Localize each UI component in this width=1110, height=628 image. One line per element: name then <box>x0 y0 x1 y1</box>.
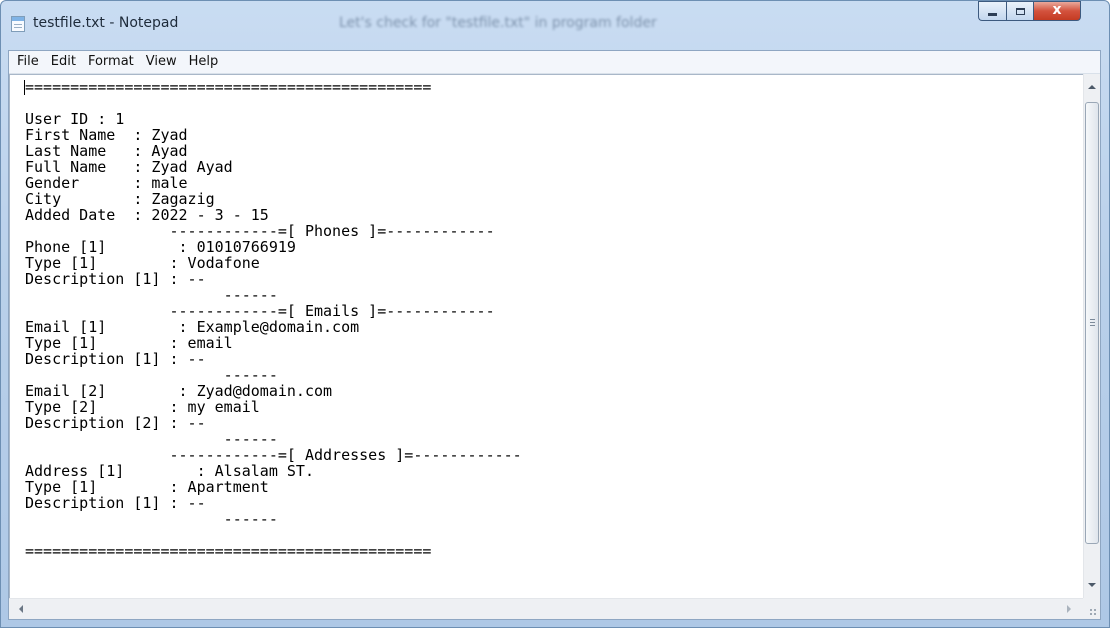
vertical-scrollbar[interactable] <box>1083 74 1100 598</box>
text-line: ------ <box>25 510 278 528</box>
down-arrow-icon[interactable] <box>1088 583 1096 587</box>
menu-file[interactable]: File <box>11 51 45 73</box>
close-button[interactable]: x <box>1033 1 1081 21</box>
text-editor[interactable]: ========================================… <box>9 74 1083 598</box>
minimize-button[interactable] <box>978 1 1006 21</box>
horizontal-scrollbar[interactable] <box>9 598 1083 619</box>
window-title: testfile.txt - Notepad <box>33 15 179 31</box>
grip-icon <box>1090 319 1095 326</box>
menu-help[interactable]: Help <box>183 51 225 73</box>
right-arrow-icon[interactable] <box>1067 605 1071 613</box>
maximize-button[interactable] <box>1006 1 1033 21</box>
title-bar[interactable]: testfile.txt - Notepad Let's check for "… <box>1 1 1109 45</box>
menu-bar: File Edit Format View Help <box>9 51 1100 74</box>
maximize-icon <box>1015 7 1025 15</box>
close-icon: x <box>1052 2 1062 18</box>
document-text[interactable]: ========================================… <box>10 75 1083 559</box>
resize-grip-icon[interactable] <box>1083 598 1100 619</box>
menu-edit[interactable]: Edit <box>45 51 82 73</box>
notepad-app-icon[interactable] <box>11 16 25 32</box>
menu-view[interactable]: View <box>140 51 183 73</box>
left-arrow-icon[interactable] <box>19 605 23 613</box>
text-line: ========================================… <box>25 542 432 560</box>
background-window-title: Let's check for "testfile.txt" in progra… <box>339 15 657 31</box>
vertical-scroll-thumb[interactable] <box>1085 102 1099 544</box>
notepad-window: testfile.txt - Notepad Let's check for "… <box>0 0 1110 628</box>
minimize-icon <box>988 12 997 16</box>
text-caret <box>24 80 25 95</box>
notepad-client-area: File Edit Format View Help =============… <box>8 50 1101 620</box>
menu-format[interactable]: Format <box>82 51 140 73</box>
text-line: ========================================… <box>25 78 432 96</box>
up-arrow-icon[interactable] <box>1088 85 1096 89</box>
